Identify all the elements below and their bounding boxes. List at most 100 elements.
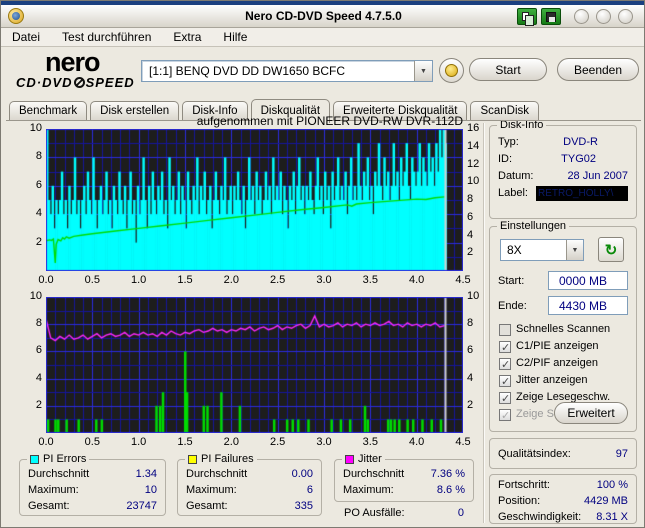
disk-id-value: TYG02 — [561, 153, 596, 165]
drive-select[interactable]: [1:1] BENQ DVD DD DW1650 BCFC ▼ — [141, 60, 433, 82]
quality-index-label: Qualitätsindex: — [498, 448, 571, 460]
stat-label: Durchschnitt — [28, 468, 90, 480]
eject-disc-button[interactable] — [439, 58, 464, 83]
quality-index-value: 97 — [615, 448, 628, 460]
checkbox-label: C1/PIE anzeigen — [516, 340, 599, 352]
checkbox-icon — [499, 408, 511, 425]
menu-hilfe[interactable]: Hilfe — [212, 30, 258, 44]
menu-bar: Datei Test durchführen Extra Hilfe — [1, 28, 644, 47]
axis-tick-label: 4.0 — [409, 436, 425, 448]
axis-tick-label: 2 — [35, 398, 42, 411]
stat-value: 1.34 — [135, 468, 157, 480]
progress-label: Fortschritt: — [498, 479, 550, 491]
disk-date-label: Datum: — [498, 170, 534, 182]
axis-tick-label: 0.5 — [84, 274, 100, 286]
disc-icon — [445, 64, 458, 77]
axis-tick-label: 6 — [467, 210, 474, 223]
axis-tick-label: 16 — [467, 122, 480, 134]
chevron-down-icon[interactable]: ▼ — [414, 61, 432, 81]
disk-label-label: Label: — [498, 187, 528, 199]
checkbox-c1-pie[interactable]: C1/PIE anzeigen — [490, 338, 636, 357]
pi-errors-group: PI Errors Durchschnitt 1.34 Maximum: 10 Ge… — [19, 453, 166, 516]
stat-value: 6 — [306, 484, 313, 496]
axis-tick-label: 6 — [35, 178, 42, 191]
axis-tick-label: 4 — [467, 228, 474, 241]
tab-scandisk[interactable]: ScanDisk — [470, 101, 540, 121]
axis-tick-label: 4.5 — [455, 436, 471, 448]
axis-tick-label: 10 — [467, 175, 480, 188]
po-failures-label: PO Ausfälle: — [344, 507, 405, 519]
nero-logo: nero — [45, 47, 101, 77]
axis-tick-label: 4 — [35, 371, 42, 384]
disk-info-group: Disk-Info Typ: DVD-R ID: TYG02 Datum: 28 Ju… — [489, 119, 637, 219]
stat-label: Maximum: — [186, 484, 237, 496]
start-input[interactable]: 0000 MB — [548, 271, 628, 290]
chart-recorded-with-label: aufgenommen mit PIONEER DVD-RW DVR-112D — [196, 114, 463, 128]
menu-datei[interactable]: Datei — [1, 30, 51, 44]
axis-tick-label: 2 — [467, 398, 474, 411]
position-label: Position: — [498, 495, 541, 507]
menu-extra[interactable]: Extra — [162, 30, 212, 44]
settings-title: Einstellungen — [497, 220, 570, 232]
start-label: Start: — [498, 274, 525, 287]
end-label: Ende: — [498, 299, 527, 312]
checkbox-icon — [499, 374, 511, 391]
pi-errors-chart — [46, 129, 463, 271]
pi-errors-legend: PI Errors — [27, 453, 90, 465]
close-button[interactable] — [618, 9, 633, 24]
end-input[interactable]: 4430 MB — [548, 296, 628, 315]
pi-failures-title: PI Failures — [201, 453, 254, 465]
axis-tick-label: 4.0 — [409, 274, 425, 286]
axis-tick-label: 4.5 — [455, 274, 471, 286]
pi-failures-group: PI Failures Durchschnitt 0.00 Maximum: 6 G… — [177, 453, 322, 516]
axis-tick-label: 3.0 — [316, 274, 332, 286]
axis-tick-label: 4 — [467, 371, 474, 384]
yellow-swatch-icon — [188, 454, 197, 464]
stat-value: 0.00 — [291, 468, 313, 480]
chevron-down-icon[interactable]: ▼ — [566, 240, 583, 260]
drive-select-value: [1:1] BENQ DVD DD DW1650 BCFC — [149, 64, 346, 78]
advanced-button[interactable]: Erweitert — [554, 402, 628, 424]
axis-tick-label: 2.0 — [223, 274, 239, 286]
checkbox-c2-pif[interactable]: C2/PIF anzeigen — [490, 355, 636, 374]
axis-tick-label: 3.5 — [362, 436, 378, 448]
axis-tick-label: 2.5 — [270, 436, 286, 448]
app-window: Nero CD-DVD Speed 4.7.5.0 Datei Test dur… — [0, 0, 645, 528]
menu-test-durchfuehren[interactable]: Test durchführen — [51, 30, 162, 44]
maximize-button[interactable] — [596, 9, 611, 24]
po-failures-row: PO Ausfälle: 0 — [336, 505, 472, 521]
stat-label: Maximum: — [343, 484, 394, 496]
speed-select-value: 8X — [507, 243, 522, 257]
save-icon[interactable] — [541, 8, 561, 25]
axis-tick-label: 8 — [35, 150, 42, 163]
disk-type-label: Typ: — [498, 136, 519, 148]
pif-jitter-chart — [46, 297, 463, 433]
stat-value: 23747 — [126, 500, 157, 512]
progress-value: 100 % — [596, 479, 628, 491]
pi-failures-legend: PI Failures — [185, 453, 257, 465]
stat-label: Gesamt: — [28, 500, 70, 512]
axis-tick-label: 1.0 — [131, 436, 147, 448]
axis-tick-label: 3.0 — [316, 436, 332, 448]
axis-tick-label: 2 — [35, 235, 42, 248]
axis-tick-label: 10 — [29, 122, 42, 134]
copy-icon[interactable] — [517, 8, 537, 26]
axis-tick-label: 10 — [29, 290, 42, 302]
stat-label: Durchschnitt — [343, 468, 405, 480]
pi-errors-title: PI Errors — [43, 453, 87, 465]
refresh-button[interactable]: ↻ — [598, 237, 624, 262]
checkbox-schnelles-scannen[interactable]: Schnelles Scannen — [490, 321, 636, 338]
start-button[interactable]: Start — [469, 58, 547, 81]
checkbox-label: C2/PIF anzeigen — [516, 357, 598, 369]
quit-button[interactable]: Beenden — [557, 58, 639, 81]
checkbox-jitter[interactable]: Jitter anzeigen — [490, 372, 636, 391]
jitter-title: Jitter — [358, 453, 382, 465]
axis-tick-label: 4 — [35, 207, 42, 220]
axis-tick-label: 2.0 — [223, 436, 239, 448]
axis-tick-label: 10 — [467, 290, 480, 302]
axis-tick-label: 14 — [467, 139, 480, 152]
speed-select[interactable]: 8X ▼ — [500, 239, 584, 261]
disk-id-label: ID: — [498, 153, 513, 165]
disk-type-value: DVD-R — [563, 136, 598, 148]
minimize-button[interactable] — [574, 9, 589, 24]
